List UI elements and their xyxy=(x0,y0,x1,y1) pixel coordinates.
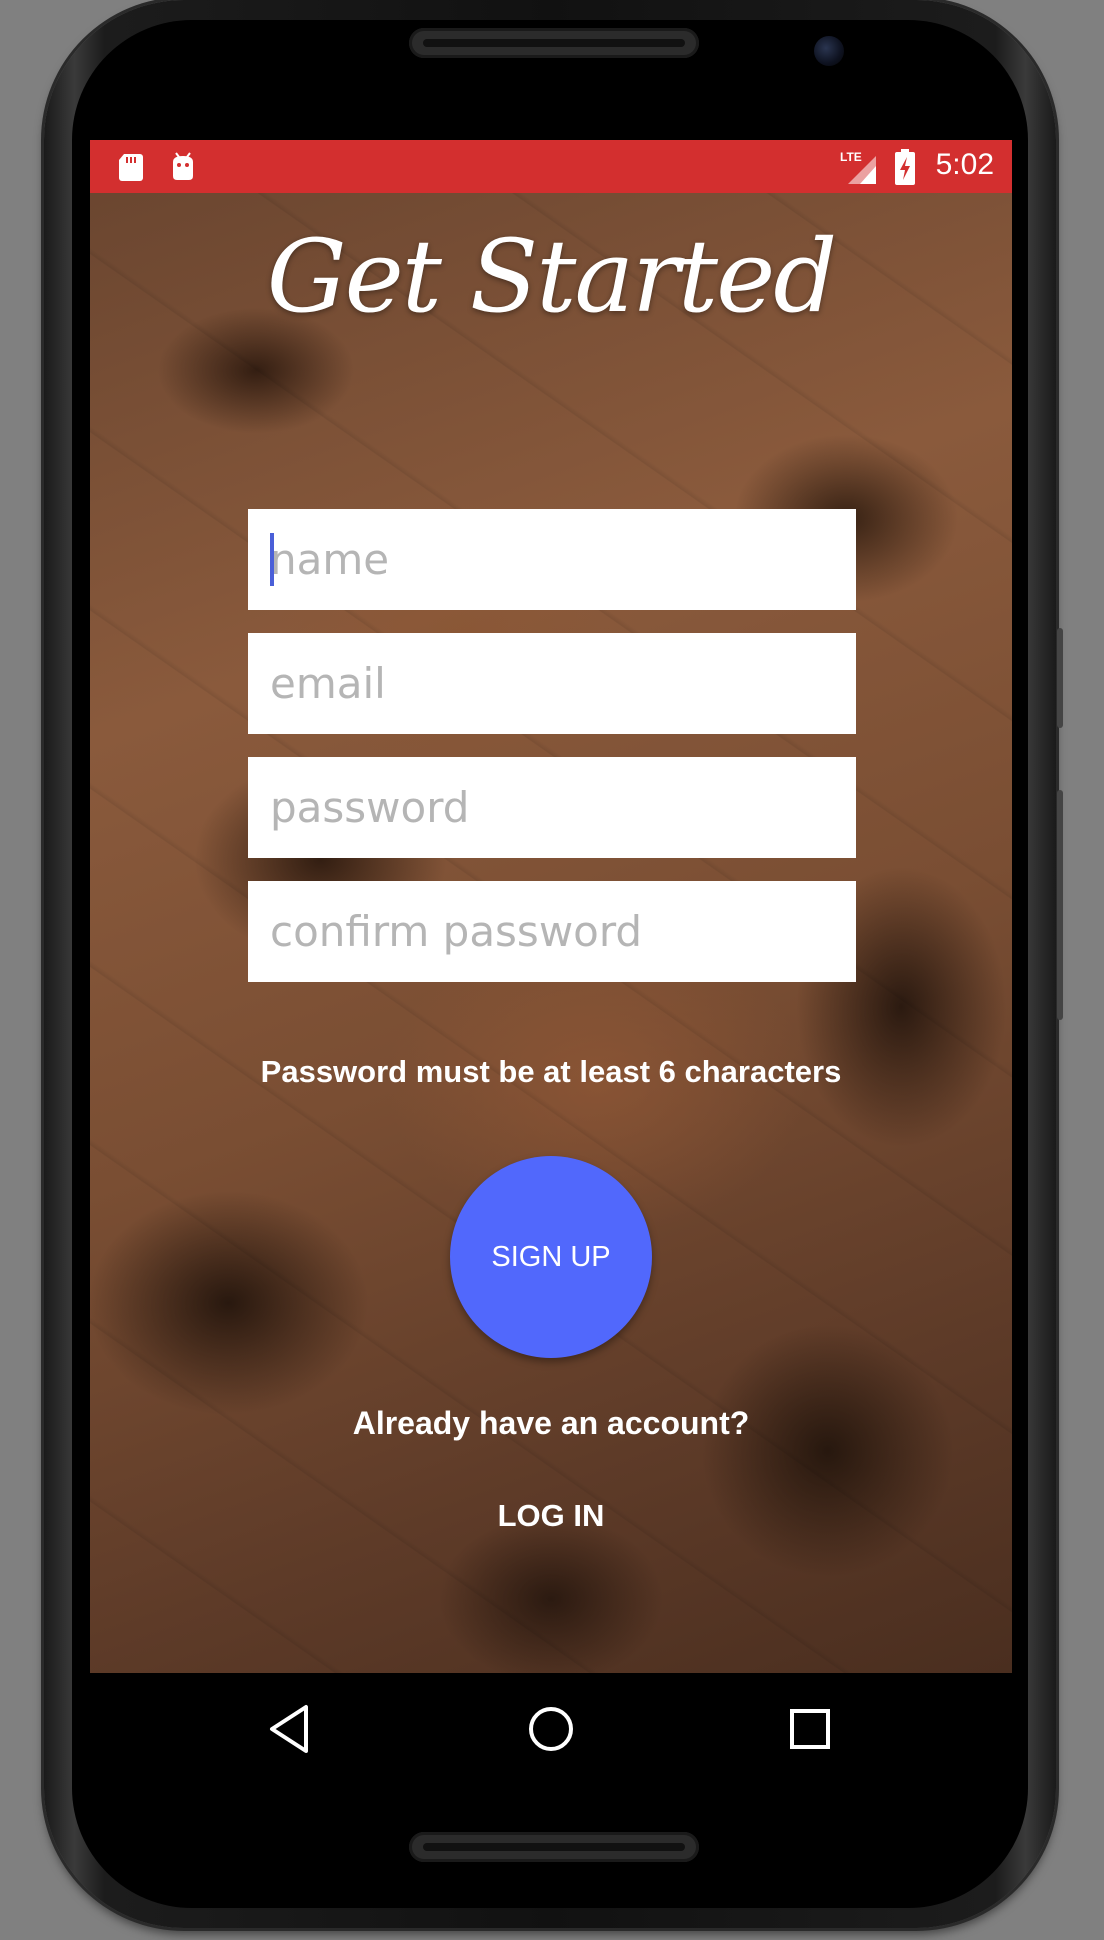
volume-button xyxy=(1057,790,1063,1020)
email-input[interactable] xyxy=(270,659,834,708)
name-input[interactable] xyxy=(270,535,834,584)
device-screen: LTE 5:02 Get Started Password must be at… xyxy=(90,140,1012,1674)
signal-icon: LTE xyxy=(840,150,876,184)
confirm-password-input[interactable] xyxy=(270,907,834,956)
top-speaker xyxy=(409,28,699,58)
confirm-password-field[interactable] xyxy=(248,881,856,982)
password-hint: Password must be at least 6 characters xyxy=(260,1054,842,1089)
back-icon[interactable] xyxy=(262,1699,322,1759)
name-field[interactable] xyxy=(248,509,856,610)
bottom-speaker xyxy=(409,1832,699,1862)
sd-card-icon xyxy=(119,154,143,181)
network-label: LTE xyxy=(840,150,862,164)
signup-button[interactable]: SIGN UP xyxy=(450,1156,652,1358)
password-field[interactable] xyxy=(248,757,856,858)
page-title: Get Started xyxy=(266,218,838,335)
recents-icon[interactable] xyxy=(780,1699,840,1759)
status-bar: LTE 5:02 xyxy=(90,140,1012,193)
login-button[interactable]: LOG IN xyxy=(466,1483,636,1549)
password-input[interactable] xyxy=(270,783,834,832)
navigation-bar xyxy=(90,1674,1012,1784)
home-icon[interactable] xyxy=(521,1699,581,1759)
front-camera xyxy=(814,36,844,66)
email-field[interactable] xyxy=(248,633,856,734)
battery-charging-icon xyxy=(895,149,915,185)
status-time: 5:02 xyxy=(935,148,994,181)
already-have-account-text: Already have an account? xyxy=(352,1405,750,1441)
text-cursor xyxy=(270,533,274,586)
power-button xyxy=(1057,628,1063,728)
android-debug-icon xyxy=(173,152,193,180)
signup-screen: Get Started Password must be at least 6 … xyxy=(90,193,1012,1673)
